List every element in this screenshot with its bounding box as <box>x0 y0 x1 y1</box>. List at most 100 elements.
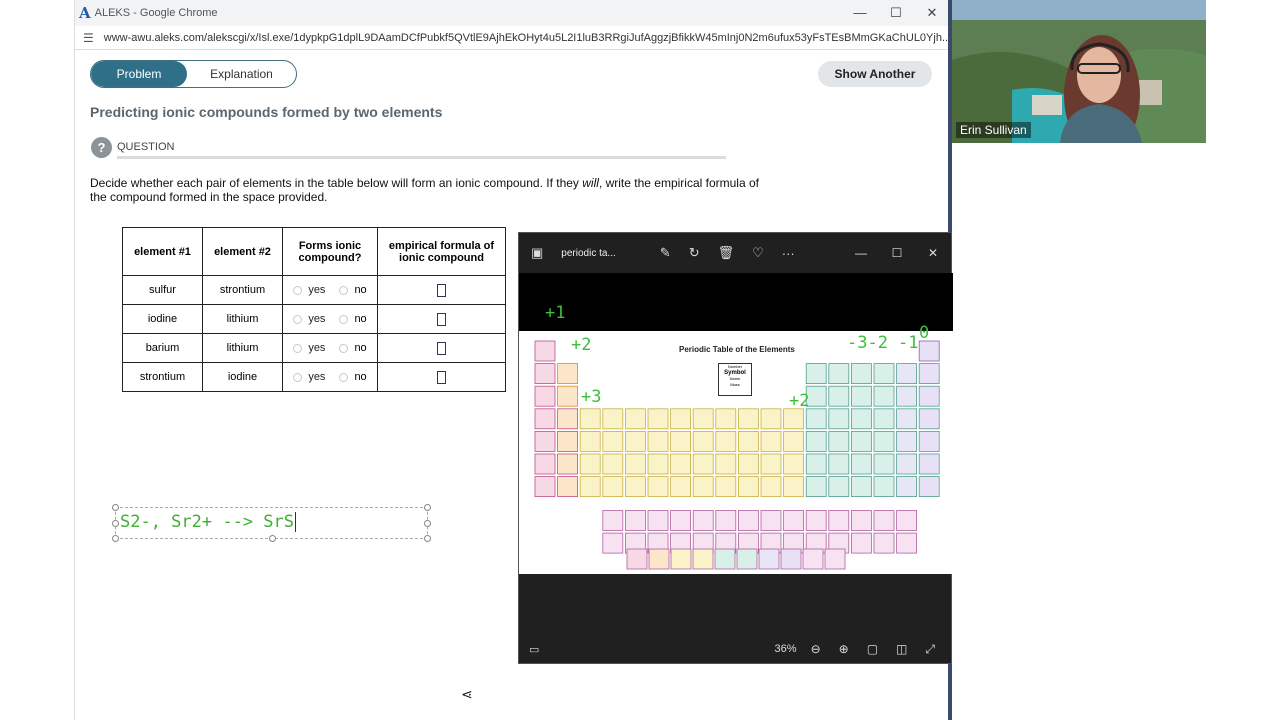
table-row: sulfur strontium yes no <box>122 275 506 305</box>
question-table: element #1 element #2 Forms ionic compou… <box>122 227 506 392</box>
key-mass: Mass <box>730 382 740 387</box>
element-cell <box>783 476 805 498</box>
right-margin <box>1206 0 1280 720</box>
formula-cell <box>377 304 506 334</box>
help-icon[interactable]: ? <box>91 137 112 158</box>
charge-annotation-group1: +1 <box>545 303 566 323</box>
element-1-cell: sulfur <box>122 275 203 305</box>
element-cell <box>828 510 850 531</box>
close-icon[interactable]: ✕ <box>914 5 950 21</box>
close-icon[interactable]: ✕ <box>915 246 951 260</box>
resize-handle[interactable] <box>424 520 431 527</box>
element-cell <box>850 510 872 531</box>
charge-annotation-group3: +3 <box>581 387 602 407</box>
element-cell <box>873 510 895 531</box>
element-cell <box>805 408 827 430</box>
element-2-cell: lithium <box>202 333 283 363</box>
no-radio[interactable] <box>339 343 349 353</box>
actual-size-icon[interactable]: ◫ <box>896 642 907 656</box>
fullscreen-icon[interactable]: ⤢ <box>925 642 935 657</box>
more-icon[interactable]: ··· <box>782 246 795 261</box>
periodic-table-image: Periodic Table of the Elements Number Sy… <box>519 331 953 574</box>
yes-radio[interactable] <box>293 343 303 353</box>
address-bar[interactable]: ☰ www-awu.aleks.com/alekscgi/x/Isl.exe/1… <box>75 26 950 50</box>
maximize-icon[interactable]: ☐ <box>878 5 914 21</box>
no-radio[interactable] <box>339 285 349 295</box>
resize-handle[interactable] <box>424 535 431 542</box>
element-cell <box>783 453 805 475</box>
element-cell <box>873 408 895 430</box>
ionic-choice-cell: yes no <box>282 333 378 363</box>
resize-handle[interactable] <box>112 535 119 542</box>
element-cell <box>625 453 646 475</box>
ionic-choice-cell: yes no <box>282 275 378 305</box>
element-cell <box>715 431 737 452</box>
aleks-logo: A <box>79 4 91 22</box>
zoom-in-icon[interactable]: ⊕ <box>839 642 849 656</box>
element-cell <box>896 431 918 452</box>
left-margin <box>0 0 74 720</box>
legend-swatch <box>824 548 846 570</box>
formula-cell <box>377 333 506 363</box>
resize-handle[interactable] <box>269 535 276 542</box>
yes-radio[interactable] <box>293 314 303 324</box>
element-cell <box>805 510 827 531</box>
formula-input[interactable] <box>437 283 446 297</box>
formula-input[interactable] <box>437 370 446 384</box>
element-cell <box>873 476 895 498</box>
legend-swatch <box>780 548 802 570</box>
annotation-textbox[interactable]: S2-, Sr2+ --> SrS​ <box>112 504 431 542</box>
show-another-button[interactable]: Show Another <box>818 61 932 87</box>
element-cell <box>692 510 714 531</box>
filmstrip-icon[interactable]: ▭ <box>529 643 539 656</box>
element-cell <box>828 363 850 384</box>
element-cell <box>692 408 714 430</box>
element-cell <box>918 476 940 498</box>
no-radio[interactable] <box>339 314 349 324</box>
element-cell <box>557 385 578 407</box>
legend-swatch <box>758 548 780 570</box>
fit-to-window-icon[interactable]: ▢ <box>867 642 878 656</box>
resize-handle[interactable] <box>424 504 431 511</box>
gallery-icon[interactable]: ▣ <box>531 245 543 261</box>
element-cell <box>602 510 624 531</box>
yes-radio[interactable] <box>293 285 303 295</box>
element-cell <box>918 431 940 452</box>
maximize-icon[interactable]: ☐ <box>879 246 915 260</box>
element-cell <box>896 476 918 498</box>
element-cell <box>602 476 624 498</box>
element-cell <box>760 453 782 475</box>
url-text: www-awu.aleks.com/alekscgi/x/Isl.exe/1dy… <box>103 31 950 44</box>
element-cell <box>783 431 805 452</box>
element-cell <box>647 453 669 475</box>
yes-radio[interactable] <box>293 372 303 382</box>
delete-icon[interactable]: 🗑 <box>718 245 735 261</box>
rotate-icon[interactable]: ↻ <box>689 245 700 261</box>
charge-annotation-group15-16: -3-2 <box>847 333 888 353</box>
resize-handle[interactable] <box>112 504 119 511</box>
element-cell <box>896 453 918 475</box>
element-cell <box>850 532 872 554</box>
element-cell <box>873 431 895 452</box>
resize-handle[interactable] <box>112 520 119 527</box>
edit-icon[interactable]: ✎ <box>660 245 671 261</box>
element-cell <box>670 510 692 531</box>
tab-problem[interactable]: Problem <box>91 61 187 87</box>
zoom-level: 36% <box>774 643 797 655</box>
element-cell <box>873 453 895 475</box>
minimize-icon[interactable]: — <box>842 5 878 21</box>
element-cell <box>579 431 601 452</box>
formula-input[interactable] <box>437 312 446 326</box>
favorite-icon[interactable]: ♡ <box>752 245 764 261</box>
yes-label: yes <box>308 371 326 383</box>
element-cell <box>557 431 578 452</box>
element-cell <box>625 431 646 452</box>
element-2-cell: iodine <box>202 362 283 392</box>
site-settings-icon[interactable]: ☰ <box>83 31 94 45</box>
tab-explanation[interactable]: Explanation <box>187 61 296 87</box>
formula-input[interactable] <box>437 341 446 355</box>
element-cell <box>579 453 601 475</box>
zoom-out-icon[interactable]: ⊖ <box>811 642 821 656</box>
minimize-icon[interactable]: — <box>843 246 879 260</box>
no-radio[interactable] <box>339 372 349 382</box>
